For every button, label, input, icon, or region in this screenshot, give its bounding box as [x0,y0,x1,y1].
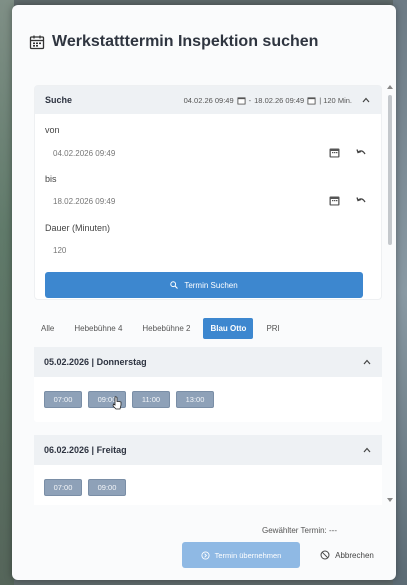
day-group: 06.02.2026 | Freitag 07:00 09:00 [34,435,382,505]
confirm-appointment-label: Termin übernehmen [214,550,282,560]
chevron-up-icon[interactable] [362,357,372,367]
scrollbar-thumb[interactable] [388,95,392,245]
calendar-icon[interactable] [329,147,340,158]
resource-tabs: Alle Hebebühne 4 Hebebühne 2 Blau Otto P… [34,315,382,341]
chevron-up-icon[interactable] [362,445,372,455]
chevron-up-icon[interactable] [361,95,371,105]
from-label: von [45,125,60,135]
calendar-icon [29,35,45,50]
time-slot[interactable]: 07:00 [44,479,82,496]
selected-appointment: Gewählter Termin: --- [262,526,337,535]
arrow-circle-icon [201,550,210,560]
search-button[interactable]: Termin Suchen [45,272,363,298]
search-panel: Suche 04.02.26 09:49 - 18.02.26 09:49 | … [34,85,382,300]
search-button-label: Termin Suchen [184,280,238,290]
scrollbar[interactable] [387,85,393,515]
tab-hebebuehne-4[interactable]: Hebebühne 4 [67,318,129,339]
calendar-icon [237,96,246,105]
cancel-button-label: Abbrechen [335,550,374,560]
confirm-appointment-button[interactable]: Termin übernehmen [182,542,300,568]
day-header-label: 05.02.2026 | Donnerstag [44,357,147,367]
mouse-cursor-icon [112,396,122,410]
tab-blau-otto[interactable]: Blau Otto [203,317,254,339]
calendar-icon[interactable] [329,195,340,206]
duration-input[interactable]: 120 [45,239,371,261]
search-panel-header[interactable]: Suche 04.02.26 09:49 - 18.02.26 09:49 | … [35,86,381,114]
selected-appointment-value: --- [329,526,337,535]
time-slots: 07:00 09:00 [34,465,382,505]
dialog-title-text: Werkstatttermin Inspektion suchen [52,33,319,50]
summary-from: 04.02.26 09:49 [183,95,234,105]
cancel-icon [320,550,330,560]
dialog-content[interactable]: Suche 04.02.26 09:49 - 18.02.26 09:49 | … [34,85,382,505]
scroll-down-arrow[interactable] [387,498,393,502]
day-header-label: 06.02.2026 | Freitag [44,445,127,455]
scroll-up-arrow[interactable] [387,85,393,89]
tab-alle[interactable]: Alle [34,318,61,339]
undo-icon[interactable] [356,195,367,206]
to-input[interactable]: 18.02.2026 09:49 [45,190,371,212]
time-slot[interactable]: 09:00 [88,479,126,496]
summary-to: 18.02.26 09:49 [254,95,305,105]
summary-duration: | 120 Min. [319,95,352,105]
day-header[interactable]: 06.02.2026 | Freitag [34,435,382,465]
tab-hebebuehne-2[interactable]: Hebebühne 2 [135,318,197,339]
time-slot[interactable]: 07:00 [44,391,82,408]
day-group: 05.02.2026 | Donnerstag 07:00 09:00 11:0… [34,347,382,422]
from-input[interactable]: 04.02.2026 09:49 [45,142,371,164]
summary-separator: - [248,95,252,105]
selected-appointment-label: Gewählter Termin: [262,526,327,535]
tab-pri[interactable]: PRI [259,318,286,339]
day-header[interactable]: 05.02.2026 | Donnerstag [34,347,382,377]
search-summary: 04.02.26 09:49 - 18.02.26 09:49 | 120 Mi… [184,95,371,105]
dialog: Werkstatttermin Inspektion suchen Suche … [12,5,396,580]
calendar-icon [307,96,316,105]
time-slot[interactable]: 11:00 [132,391,170,408]
time-slot[interactable]: 13:00 [176,391,214,408]
time-slots: 07:00 09:00 11:00 13:00 [34,377,382,422]
dialog-title: Werkstatttermin Inspektion suchen [29,33,318,51]
to-label: bis [45,174,57,184]
search-icon [170,281,179,289]
duration-label: Dauer (Minuten) [45,223,111,233]
undo-icon[interactable] [356,147,367,158]
cancel-button[interactable]: Abbrechen [312,542,382,568]
search-panel-label: Suche [45,95,73,105]
